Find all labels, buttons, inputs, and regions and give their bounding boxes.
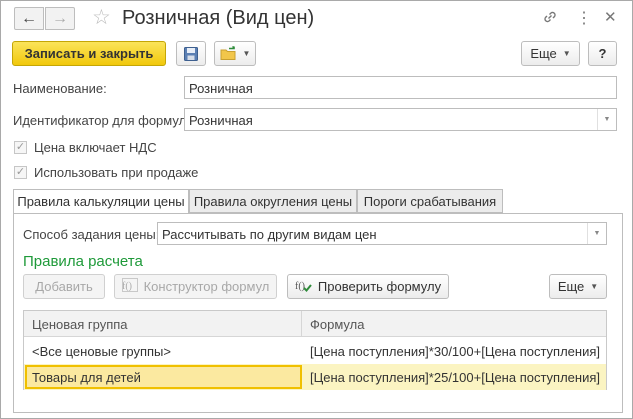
check-formula-icon: f() (295, 278, 312, 296)
floppy-disk-icon (184, 46, 198, 61)
more-vertical-icon[interactable]: ⋮ (576, 8, 592, 28)
table-more-button[interactable]: Еще ▼ (549, 274, 607, 299)
dropdown-arrow-icon[interactable]: ▼ (597, 109, 616, 130)
link-icon[interactable] (542, 9, 558, 28)
back-button[interactable]: ← (14, 7, 44, 30)
save-and-close-label: Записать и закрыть (24, 46, 154, 61)
arrow-left-icon: ← (21, 9, 37, 27)
page-title: Розничная (Вид цен) (122, 7, 315, 29)
formula-constructor-button[interactable]: f() Конструктор формул (114, 274, 277, 299)
form-window: ← → ☆ Розничная (Вид цен) ⋮ ✕ Записать и… (0, 0, 633, 419)
table-cell-formula[interactable]: [Цена поступления]*30/100+[Цена поступле… (302, 339, 606, 364)
vat-label: Цена включает НДС (34, 140, 157, 155)
dropdown-arrow-icon[interactable]: ▼ (587, 223, 606, 244)
check-formula-button[interactable]: f() Проверить формулу (287, 274, 449, 299)
column-header-formula[interactable]: Формула (302, 311, 606, 337)
price-method-label: Способ задания цены: (23, 227, 160, 242)
use-on-sale-checkbox[interactable]: ✓ (14, 166, 27, 179)
formula-id-value: Розничная (189, 113, 253, 128)
formula-constructor-label: Конструктор формул (143, 279, 270, 294)
price-method-select[interactable]: Рассчитывать по другим видам цен ▼ (157, 222, 607, 245)
price-method-value: Рассчитывать по другим видам цен (162, 227, 377, 242)
save-and-close-button[interactable]: Записать и закрыть (12, 41, 166, 66)
table-cell-group[interactable]: Товары для детей (24, 365, 302, 390)
close-icon[interactable]: ✕ (604, 8, 617, 26)
more-button[interactable]: Еще ▼ (521, 41, 580, 66)
table-more-label: Еще (557, 279, 585, 294)
attach-menu-button[interactable]: ▼ (214, 41, 256, 66)
name-value: Розничная (189, 81, 253, 96)
column-header-label: Ценовая группа (32, 317, 128, 332)
price-rules-table: Ценовая группа Формула <Все ценовые груп… (23, 310, 607, 390)
forward-button[interactable]: → (45, 7, 75, 30)
help-button[interactable]: ? (588, 41, 617, 66)
column-header-label: Формула (310, 317, 365, 332)
formula-id-field[interactable]: Розничная ▼ (184, 108, 617, 131)
title-bar: ← → ☆ Розничная (Вид цен) ⋮ ✕ (1, 1, 632, 35)
save-button[interactable] (176, 41, 206, 66)
more-button-label: Еще (530, 46, 557, 61)
formula-constructor-icon: f() (121, 278, 138, 295)
tab-label: Пороги срабатывания (363, 193, 497, 209)
star-icon[interactable]: ☆ (92, 5, 111, 30)
folder-arrow-icon (220, 46, 236, 60)
help-label: ? (598, 46, 607, 61)
table-cell-group[interactable]: <Все ценовые группы> (24, 339, 302, 364)
vat-checkbox[interactable]: ✓ (14, 141, 27, 154)
chevron-down-icon: ▼ (242, 49, 251, 58)
add-label: Добавить (35, 279, 93, 294)
chevron-down-icon: ▼ (562, 49, 571, 58)
table-cell-formula[interactable]: [Цена поступления]*25/100+[Цена поступле… (302, 365, 606, 390)
tab-label: Правила округления цены (193, 193, 353, 209)
tab-calculation-rules[interactable]: Правила калькуляции цены (13, 189, 189, 214)
use-on-sale-label: Использовать при продаже (34, 165, 199, 180)
column-header-price-group[interactable]: Ценовая группа (24, 311, 302, 337)
tab-thresholds[interactable]: Пороги срабатывания (357, 189, 503, 213)
svg-text:f(): f() (295, 281, 305, 292)
svg-text:f(): f() (122, 281, 132, 292)
check-formula-label: Проверить формулу (317, 279, 442, 294)
name-field[interactable]: Розничная (184, 76, 617, 99)
tab-rounding-rules[interactable]: Правила округления цены (189, 189, 357, 213)
add-button[interactable]: Добавить (23, 274, 105, 299)
chevron-down-icon: ▼ (590, 282, 599, 291)
section-title: Правила расчета (23, 253, 143, 270)
name-label: Наименование: (13, 81, 107, 96)
formula-id-label: Идентификатор для формул: (13, 113, 190, 128)
tab-label: Правила калькуляции цены (17, 194, 185, 209)
arrow-right-icon: → (52, 9, 68, 27)
